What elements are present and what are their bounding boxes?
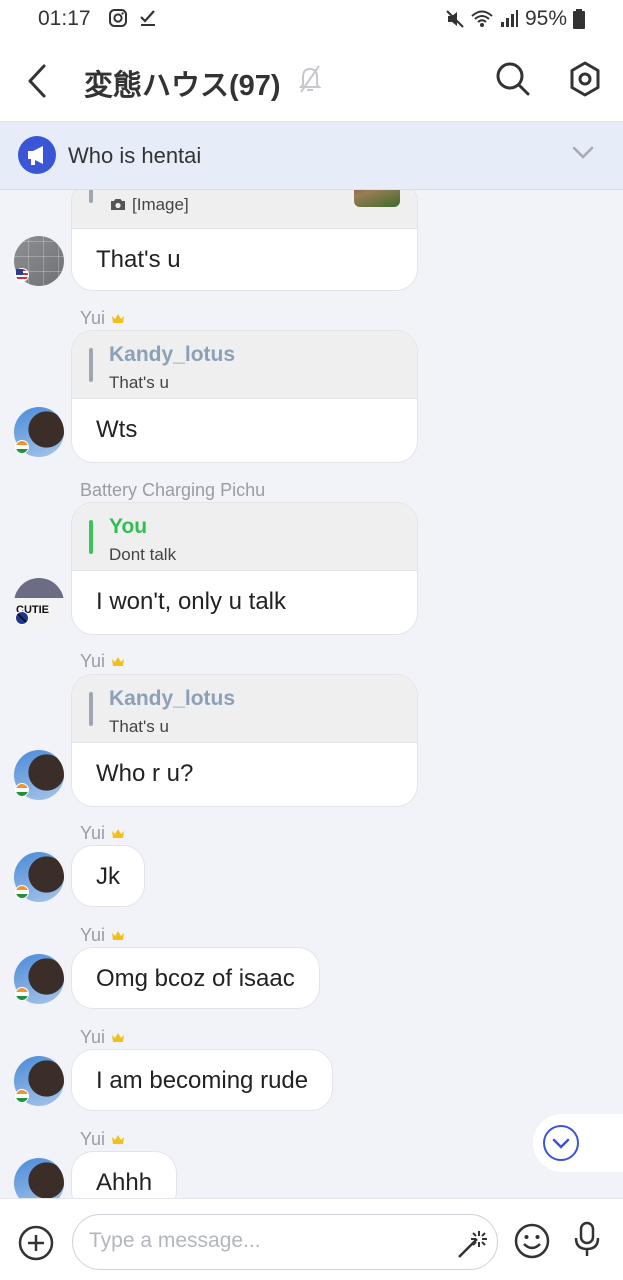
- wifi-icon: [471, 10, 493, 27]
- plus-circle-icon[interactable]: [18, 1225, 54, 1261]
- sender-name[interactable]: Yui: [80, 308, 125, 329]
- message-bubble[interactable]: Jk: [71, 845, 145, 907]
- sender-name[interactable]: Yui: [80, 823, 125, 844]
- sender-name[interactable]: Yui: [80, 1129, 125, 1150]
- crown-icon: [112, 314, 125, 323]
- reply-thumbnail: [354, 190, 400, 207]
- reply-name: Kandy_lotus: [109, 343, 236, 366]
- reply-quote[interactable]: You Dont talk: [72, 503, 417, 571]
- reply-text: [Image]: [132, 195, 189, 214]
- reply-quote[interactable]: Kandy_lotus That's u: [72, 331, 417, 399]
- bell-off-icon[interactable]: [298, 64, 322, 94]
- crown-icon: [112, 1135, 125, 1144]
- message-input[interactable]: [89, 1229, 439, 1253]
- megaphone-icon: [18, 136, 56, 174]
- sender-name[interactable]: Battery Charging Pichu: [80, 480, 265, 501]
- reply-quote[interactable]: Kandy_lotus That's u: [72, 675, 417, 743]
- instagram-icon: [109, 9, 127, 27]
- message-bubble[interactable]: Kandy_lotus That's u Who r u?: [71, 674, 418, 807]
- country-flag: [15, 783, 29, 797]
- status-bar: 01:17 95%: [0, 0, 623, 40]
- country-flag: [15, 885, 29, 899]
- status-time: 01:17: [38, 7, 91, 30]
- message-text: That's u: [96, 246, 181, 273]
- country-flag: [15, 987, 29, 1001]
- message-field[interactable]: [72, 1214, 498, 1270]
- message-text: Ahhh: [96, 1169, 153, 1196]
- microphone-icon[interactable]: [572, 1221, 602, 1259]
- mute-icon: [446, 10, 464, 28]
- download-done-icon: [140, 10, 155, 26]
- avatar[interactable]: [14, 1158, 64, 1198]
- reply-text: That's u: [109, 717, 169, 736]
- reply-name: You: [109, 515, 148, 538]
- message-bubble[interactable]: I am becoming rude: [71, 1049, 334, 1111]
- scroll-to-bottom-button[interactable]: [533, 1114, 623, 1172]
- announcement-banner[interactable]: Who is hentai: [0, 122, 623, 190]
- message-bubble[interactable]: Kandy_lotus That's u Wts: [71, 330, 418, 463]
- message-text: I won't, only u talk: [96, 588, 287, 615]
- message-bubble[interactable]: [Image] That's u: [71, 190, 418, 291]
- reply-text: Dont talk: [109, 545, 177, 564]
- sender-name[interactable]: Yui: [80, 651, 125, 672]
- message-list[interactable]: [Image] That's u Yui Kandy_lotus That's …: [0, 190, 623, 1198]
- crown-icon: [112, 1033, 125, 1042]
- country-flag: [15, 611, 29, 625]
- smiley-icon[interactable]: [514, 1223, 550, 1259]
- country-flag: [15, 268, 29, 282]
- message-bubble[interactable]: Ahhh: [71, 1151, 178, 1198]
- message-bubble[interactable]: You Dont talk I won't, only u talk: [71, 502, 418, 635]
- reply-quote[interactable]: [Image]: [72, 190, 417, 229]
- chat-title[interactable]: 変態ハウス(97): [84, 62, 281, 104]
- message-text: Wts: [96, 416, 138, 443]
- message-input-bar: [0, 1198, 623, 1280]
- crown-icon: [112, 657, 125, 666]
- status-system-icons: 95%: [445, 7, 585, 31]
- message-bubble[interactable]: Omg bcoz of isaac: [71, 947, 320, 1009]
- gear-icon[interactable]: [567, 60, 603, 98]
- reply-text: That's u: [109, 373, 169, 392]
- reply-name: Kandy_lotus: [109, 687, 236, 710]
- search-icon[interactable]: [494, 60, 532, 98]
- message-text: Jk: [96, 863, 120, 890]
- message-text: Who r u?: [96, 760, 194, 787]
- chevron-down-circle-icon: [543, 1125, 579, 1161]
- sender-name[interactable]: Yui: [80, 925, 125, 946]
- country-flag: [15, 440, 29, 454]
- magic-wand-icon[interactable]: [455, 1227, 489, 1261]
- message-text: I am becoming rude: [96, 1067, 309, 1094]
- back-button[interactable]: [22, 62, 50, 100]
- announcement-text: Who is hentai: [68, 143, 202, 168]
- crown-icon: [112, 931, 125, 940]
- chat-header: 変態ハウス(97): [0, 40, 623, 122]
- crown-icon: [112, 829, 125, 838]
- message-text: Omg bcoz of isaac: [96, 965, 295, 992]
- signal-icon: [500, 10, 518, 27]
- battery-icon: [573, 9, 585, 29]
- battery-percent: 95%: [524, 7, 567, 30]
- country-flag: [15, 1089, 29, 1103]
- camera-icon: [111, 199, 125, 210]
- chevron-down-icon[interactable]: [572, 146, 594, 160]
- sender-name[interactable]: Yui: [80, 1027, 125, 1048]
- status-notification-icons: [108, 8, 158, 28]
